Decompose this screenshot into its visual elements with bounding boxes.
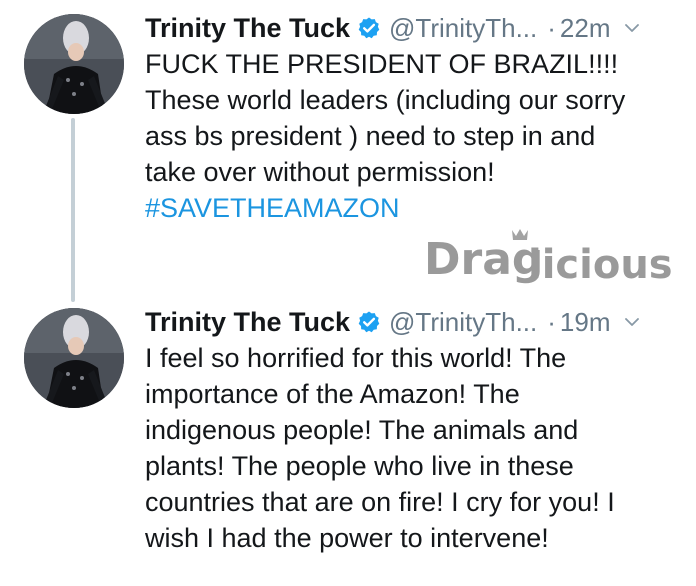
- tweet-text-line: countries that are on fire! I cry for yo…: [145, 487, 615, 517]
- separator-dot: ·: [547, 12, 556, 43]
- display-name[interactable]: Trinity The Tuck: [145, 13, 350, 44]
- tweet-text: I feel so horrified for this world! The …: [145, 340, 685, 556]
- hashtag-link[interactable]: #SAVETHEAMAZON: [145, 190, 685, 226]
- tweet-text-line: FUCK THE PRESIDENT OF BRAZIL!!!!: [145, 49, 619, 79]
- verified-badge-icon: [357, 16, 381, 40]
- avatar[interactable]: [24, 308, 124, 408]
- tweet-text-line: I feel so horrified for this world! The: [145, 343, 567, 373]
- svg-text:licious: licious: [528, 242, 673, 288]
- tweet-text-line: plants! The people who live in these: [145, 451, 574, 481]
- svg-text:Drag: Drag: [424, 234, 543, 285]
- tweet-text-line: wish I had the power to intervene!: [145, 523, 549, 553]
- user-handle[interactable]: @TrinityTh...: [389, 13, 537, 44]
- timestamp[interactable]: 22m: [560, 13, 611, 44]
- avatar[interactable]: [24, 14, 124, 114]
- tweet-text-line: importance of the Amazon! The: [145, 379, 520, 409]
- display-name[interactable]: Trinity The Tuck: [145, 307, 350, 338]
- tweet-header: Trinity The Tuck @TrinityTh... · 22m: [145, 10, 641, 46]
- tweet-text: FUCK THE PRESIDENT OF BRAZIL!!!! These w…: [145, 46, 685, 226]
- verified-badge-icon: [357, 310, 381, 334]
- tweet-thread: Trinity The Tuck @TrinityTh... · 22m FUC…: [0, 0, 696, 586]
- watermark-logo: Drag licious: [424, 226, 674, 290]
- tweet-header: Trinity The Tuck @TrinityTh... · 19m: [145, 304, 641, 340]
- separator-dot: ·: [547, 306, 556, 337]
- tweet-text-line: take over without permission!: [145, 157, 495, 187]
- user-handle[interactable]: @TrinityTh...: [389, 307, 537, 338]
- chevron-down-icon[interactable]: [623, 313, 641, 331]
- chevron-down-icon[interactable]: [623, 19, 641, 37]
- tweet-text-line: ass bs president ) need to step in and: [145, 121, 596, 151]
- timestamp[interactable]: 19m: [560, 307, 611, 338]
- tweet-text-line: These world leaders (including our sorry: [145, 85, 626, 115]
- thread-connector-line: [71, 118, 75, 302]
- tweet-text-line: indigenous people! The animals and: [145, 415, 579, 445]
